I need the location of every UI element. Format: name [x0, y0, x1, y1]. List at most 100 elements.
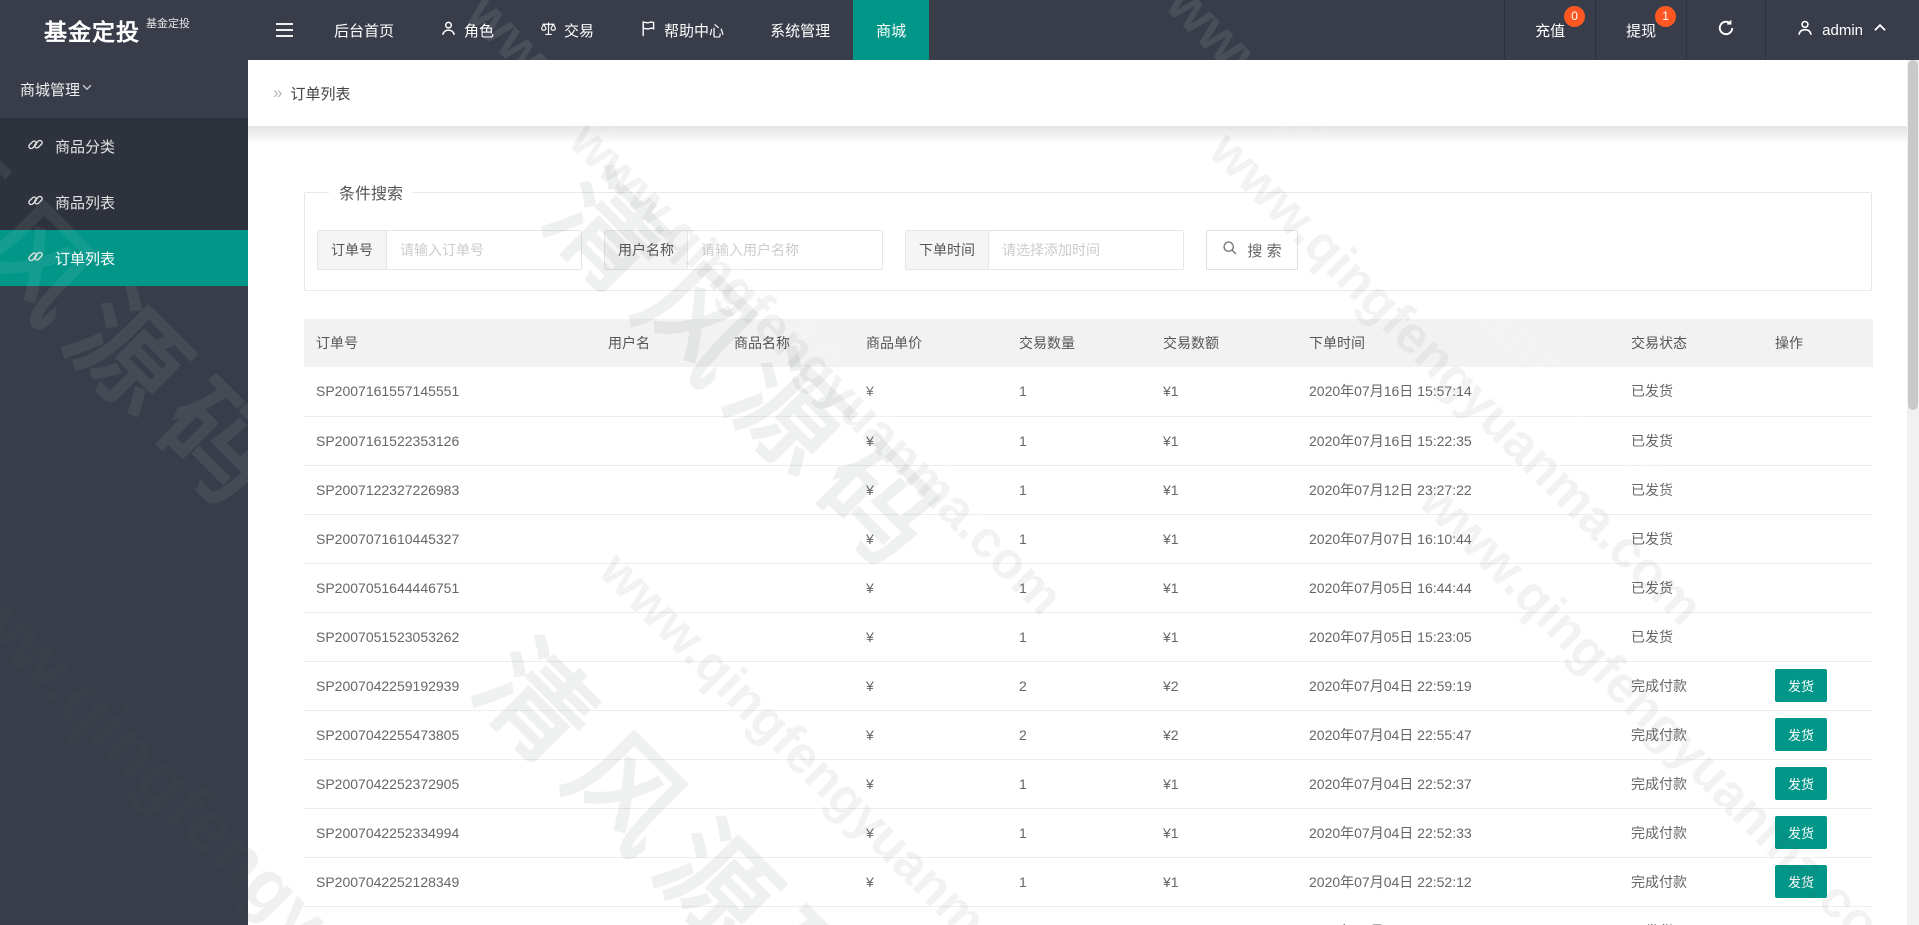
cell-username — [596, 367, 722, 417]
cell-action — [1763, 612, 1873, 662]
col-product: 商品名称 — [722, 319, 854, 367]
sidebar-item-product-list[interactable]: 商品列表 — [0, 174, 248, 230]
cell-qty: 1 — [1007, 759, 1151, 809]
cell-username — [596, 906, 722, 925]
cell-unit-price: ¥ — [854, 514, 1007, 564]
cell-qty: 1 — [1007, 514, 1151, 564]
cell-amount: ¥1 — [1151, 367, 1297, 417]
cell-unit-price: ¥ — [854, 710, 1007, 760]
search-legend: 条件搜索 — [339, 186, 404, 203]
nav-item-trade[interactable]: 交易 — [517, 0, 617, 60]
username-field-group: 用户名称 — [604, 230, 883, 270]
sidebar-item-product-category[interactable]: 商品分类 — [0, 118, 248, 174]
sidebar-item-label: 订单列表 — [55, 250, 116, 268]
withdraw-button[interactable]: 提现 1 — [1595, 0, 1686, 60]
nav-item-dashboard[interactable]: 后台首页 — [311, 0, 417, 60]
username-field-label: 用户名称 — [605, 231, 688, 269]
col-qty: 交易数量 — [1007, 319, 1151, 367]
cell-order-no: SP2007042255473805 — [304, 710, 596, 760]
cell-product — [722, 367, 854, 417]
cell-unit-price: ¥ — [854, 759, 1007, 809]
cell-unit-price: ¥ — [854, 808, 1007, 858]
user-menu[interactable]: admin — [1765, 0, 1919, 60]
scrollbar-thumb[interactable] — [1908, 60, 1918, 410]
cell-order-no: SP2007161522353126 — [304, 416, 596, 466]
main-content: » 订单列表 条件搜索 订单号 用户名称 下单时间 — [248, 60, 1919, 925]
cell-qty: 2 — [1007, 661, 1151, 711]
cell-username — [596, 710, 722, 760]
refresh-button[interactable] — [1686, 0, 1765, 60]
ship-button[interactable]: 发货 — [1775, 718, 1828, 751]
cell-status: 已发货 — [1619, 416, 1763, 466]
cell-status: 已发货 — [1619, 612, 1763, 662]
cell-product — [722, 612, 854, 662]
nav-item-system[interactable]: 系统管理 — [747, 0, 853, 60]
cell-time: 2020年07月04日 22:52:37 — [1297, 759, 1619, 809]
cell-amount: ¥1 — [1151, 465, 1297, 515]
ship-button[interactable]: 发货 — [1775, 767, 1828, 800]
recharge-badge: 0 — [1564, 6, 1586, 27]
vertical-scrollbar[interactable] — [1907, 60, 1919, 925]
cell-qty: 1 — [1007, 465, 1151, 515]
cell-action: 发货 — [1763, 710, 1873, 760]
user-icon — [1796, 19, 1814, 41]
cell-time: 2020年07月12日 23:27:22 — [1297, 465, 1619, 515]
ship-button[interactable]: 发货 — [1775, 816, 1828, 849]
cell-qty: 2 — [1007, 710, 1151, 760]
cell-qty: 1 — [1007, 906, 1151, 925]
link-icon — [27, 248, 44, 269]
search-row: 订单号 用户名称 下单时间 搜 索 — [317, 230, 1871, 270]
cell-username — [596, 563, 722, 613]
cell-status: 完成付款 — [1619, 661, 1763, 711]
cell-product — [722, 710, 854, 760]
cell-order-no: SP2007122327226983 — [304, 465, 596, 515]
sidebar-group-mall-management[interactable]: 商城管理 — [0, 60, 248, 118]
cell-order-no: SP2007051644446751 — [304, 563, 596, 613]
cell-action — [1763, 465, 1873, 515]
orders-table: 订单号 用户名 商品名称 商品单价 交易数量 交易数额 下单时间 交易状态 操作… — [304, 319, 1873, 925]
cell-status: 完成付款 — [1619, 759, 1763, 809]
nav-item-mall[interactable]: 商城 — [853, 0, 930, 60]
sidebar-item-order-list[interactable]: 订单列表 — [0, 230, 248, 286]
nav-item-help[interactable]: 帮助中心 — [617, 0, 747, 60]
search-panel: 条件搜索 订单号 用户名称 下单时间 搜 索 — [304, 180, 1872, 291]
order-time-field-group: 下单时间 — [905, 230, 1184, 270]
table-row: SP2007042252372905 ¥1 ¥1 2020年07月04日 22:52:… — [304, 759, 1873, 809]
order-time-input[interactable] — [989, 231, 1183, 269]
sidebar: 商城管理 商品分类 商品列表 订单列表 — [0, 60, 248, 925]
brand-title: 基金定投 — [44, 19, 140, 45]
brand-logo[interactable]: 基金定投 基金定投 — [0, 0, 248, 60]
cell-action: 发货 — [1763, 661, 1873, 711]
cell-status: 完成付款 — [1619, 710, 1763, 760]
order-no-input[interactable] — [387, 231, 581, 269]
cell-amount: ¥2 — [1151, 661, 1297, 711]
cell-qty: 1 — [1007, 563, 1151, 613]
flag-icon — [640, 20, 657, 41]
ship-button[interactable]: 发货 — [1775, 865, 1828, 898]
cell-unit-price: ¥ — [854, 906, 1007, 925]
ship-button[interactable]: 发货 — [1775, 669, 1828, 702]
nav-label: 帮助中心 — [664, 22, 725, 40]
sidebar-group-label: 商城管理 — [20, 81, 81, 99]
username-input[interactable] — [688, 231, 882, 269]
refresh-icon — [1717, 19, 1735, 41]
table-header-row: 订单号 用户名 商品名称 商品单价 交易数量 交易数额 下单时间 交易状态 操作 — [304, 319, 1873, 367]
menu-toggle-icon[interactable] — [258, 0, 311, 60]
main-nav: 后台首页 角色 交易 帮助中心 系统管理 商城 — [311, 0, 930, 60]
search-button[interactable]: 搜 索 — [1206, 230, 1298, 270]
cell-status: 已发货 — [1619, 563, 1763, 613]
search-button-label: 搜 索 — [1247, 242, 1282, 260]
cell-time: 2020年07月16日 15:22:35 — [1297, 416, 1619, 466]
cell-username — [596, 465, 722, 515]
cell-action — [1763, 416, 1873, 466]
cell-product — [722, 759, 854, 809]
cell-amount: ¥1 — [1151, 612, 1297, 662]
cell-product — [722, 563, 854, 613]
nav-item-roles[interactable]: 角色 — [417, 0, 517, 60]
cell-unit-price: ¥ — [854, 563, 1007, 613]
recharge-button[interactable]: 充值 0 — [1504, 0, 1595, 60]
breadcrumb: » 订单列表 — [248, 60, 1919, 126]
table-row: SP2007161522353126 ¥1 ¥1 2020年07月16日 15:22:… — [304, 416, 1873, 466]
cell-order-no: SP2007042252334994 — [304, 808, 596, 858]
page-title: 订单列表 — [290, 85, 351, 103]
